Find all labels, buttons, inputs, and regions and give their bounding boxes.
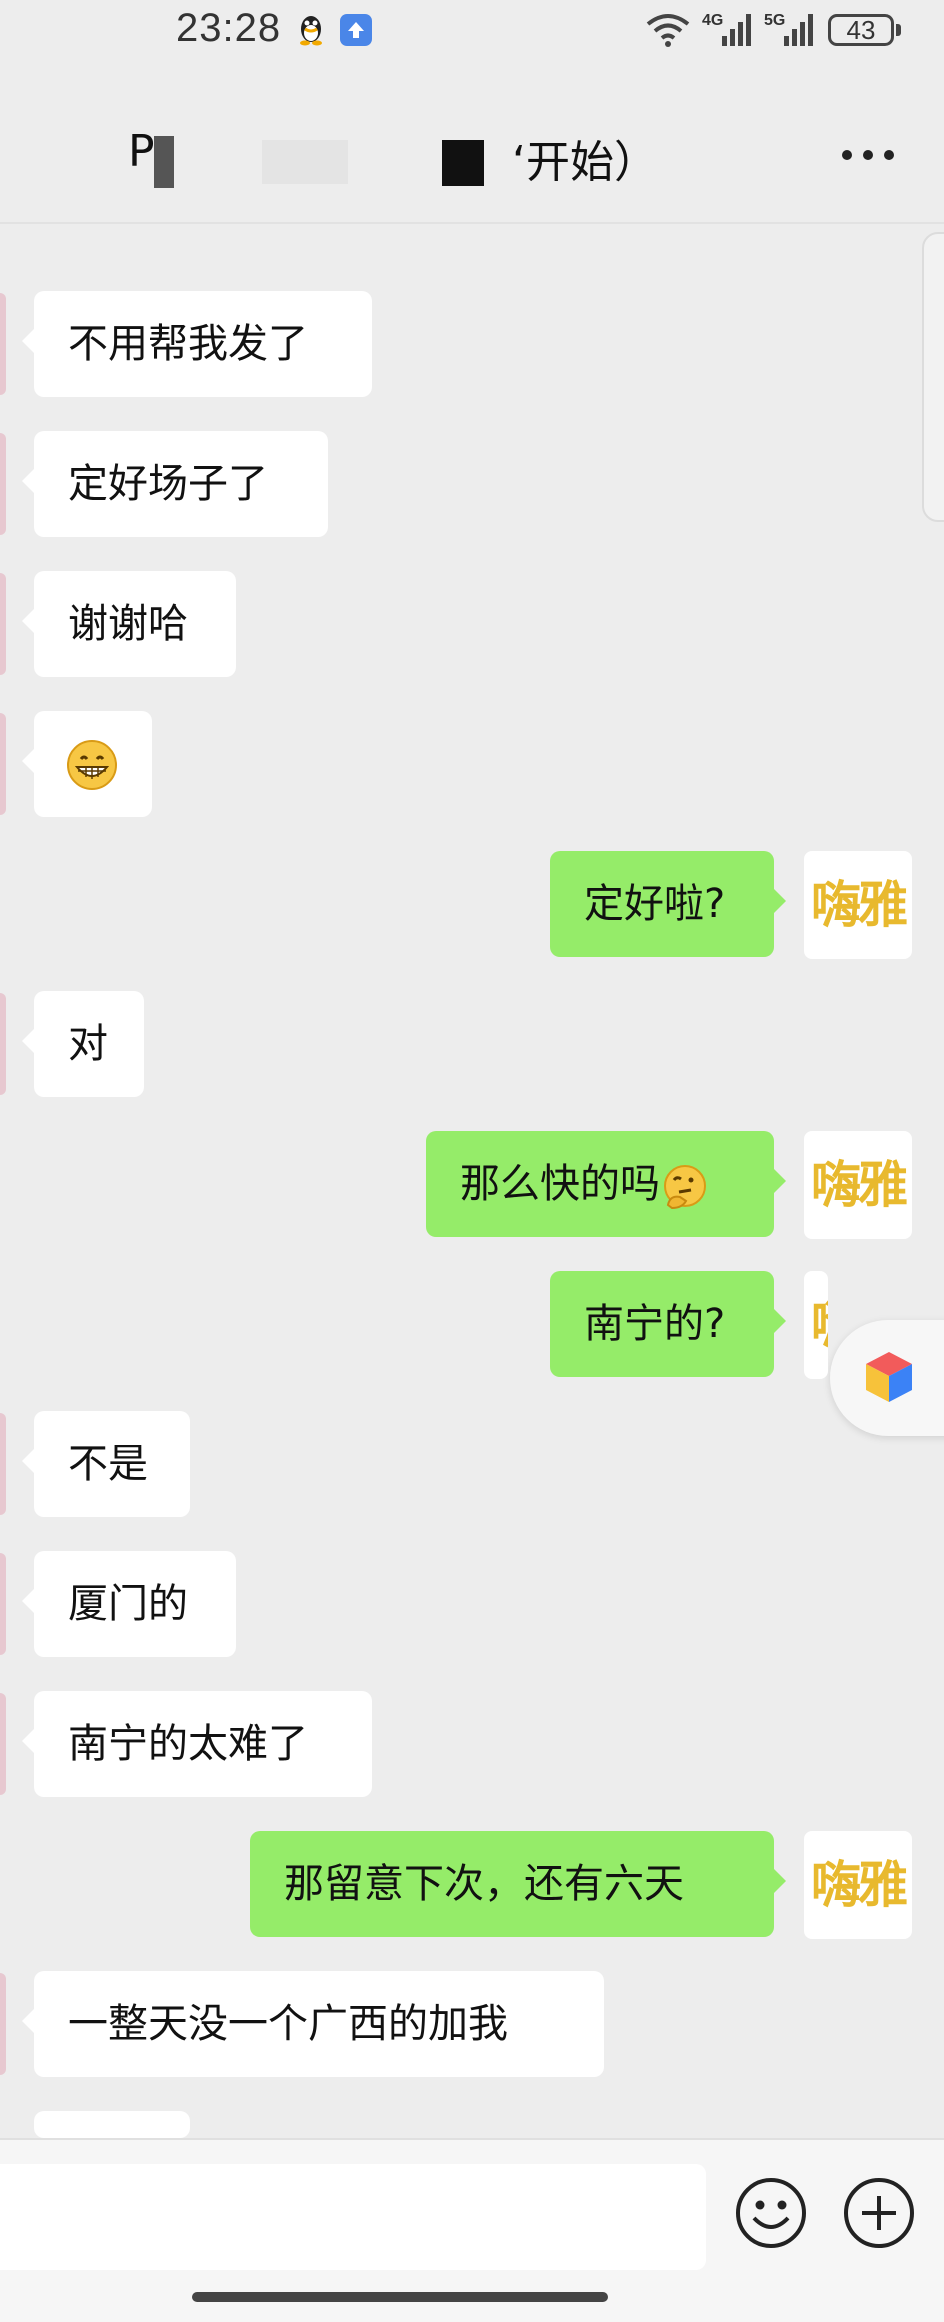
my-message-bubble[interactable]: 那么快的吗 (426, 1131, 786, 1237)
thinking-face-emoji-icon (664, 1165, 706, 1210)
message-input[interactable] (0, 2164, 706, 2270)
contact-avatar[interactable] (0, 993, 6, 1095)
status-time: 23:28 (176, 6, 282, 50)
status-bar: 23:28 4G 5G 43 (0, 0, 944, 62)
contact-avatar[interactable] (0, 1413, 6, 1515)
header-divider (0, 222, 944, 224)
upload-icon (340, 14, 372, 46)
qq-penguin-icon (300, 16, 322, 46)
contact-avatar[interactable] (0, 1553, 6, 1655)
contact-avatar[interactable] (0, 433, 6, 535)
my-avatar[interactable]: 嗨雅 (804, 851, 912, 959)
message-bubble[interactable]: 南宁的太难了 (22, 1691, 372, 1797)
wifi-icon (646, 14, 690, 47)
side-drawer-handle[interactable] (922, 232, 944, 522)
battery-tip (896, 24, 901, 36)
contact-avatar[interactable] (0, 573, 6, 675)
redaction-bar (154, 136, 174, 188)
my-message-bubble[interactable]: 南宁的? (550, 1271, 786, 1377)
my-avatar-text: 嗨雅 (811, 1156, 908, 1214)
message-bubble[interactable]: 谢谢哈 (22, 571, 236, 677)
chat-title-end: ‘开始） (512, 137, 658, 188)
battery-icon: 43 (828, 14, 894, 46)
chat-title-start: P (128, 126, 155, 177)
my-avatar[interactable]: 嗨雅 (804, 1271, 828, 1379)
contact-avatar[interactable] (0, 293, 6, 395)
network-5g-label: 5G (764, 12, 786, 29)
my-avatar-text: 嗨雅 (804, 1297, 828, 1353)
my-avatar[interactable]: 嗨雅 (804, 1131, 912, 1239)
redaction-blur (262, 140, 348, 184)
my-message-bubble[interactable]: 那留意下次，还有六天 (250, 1831, 786, 1937)
emoji-icon[interactable] (734, 2176, 808, 2250)
contact-avatar[interactable] (0, 1693, 6, 1795)
grinning-face-emoji-icon (67, 740, 117, 790)
my-avatar-text: 嗨雅 (811, 876, 908, 934)
message-bubble-partial[interactable] (22, 2111, 190, 2173)
cube-icon (866, 1352, 912, 1402)
message-text: 那么快的吗 (460, 1161, 660, 1207)
my-message-bubble[interactable]: 定好啦? (550, 851, 786, 957)
message-bubble[interactable]: 不是 (22, 1411, 190, 1517)
message-bubble[interactable]: 定好场子了 (22, 431, 328, 537)
redaction-block (442, 140, 484, 186)
floating-assistant-button[interactable] (830, 1320, 944, 1436)
contact-avatar[interactable] (0, 1973, 6, 2075)
home-indicator[interactable] (192, 2292, 608, 2302)
message-bubble-emoji[interactable] (22, 711, 152, 817)
message-bubble[interactable]: 不用帮我发了 (22, 291, 372, 397)
plus-icon[interactable] (842, 2176, 916, 2250)
message-bubble[interactable]: 一整天没一个广西的加我 (22, 1971, 604, 2077)
more-options-icon[interactable] (840, 148, 896, 162)
network-4g-label: 4G (702, 12, 724, 29)
message-bubble[interactable]: 厦门的 (22, 1551, 236, 1657)
message-bubble[interactable]: 对 (22, 991, 144, 1097)
my-avatar-text: 嗨雅 (811, 1856, 908, 1914)
my-avatar[interactable]: 嗨雅 (804, 1831, 912, 1939)
contact-avatar[interactable] (0, 713, 6, 815)
